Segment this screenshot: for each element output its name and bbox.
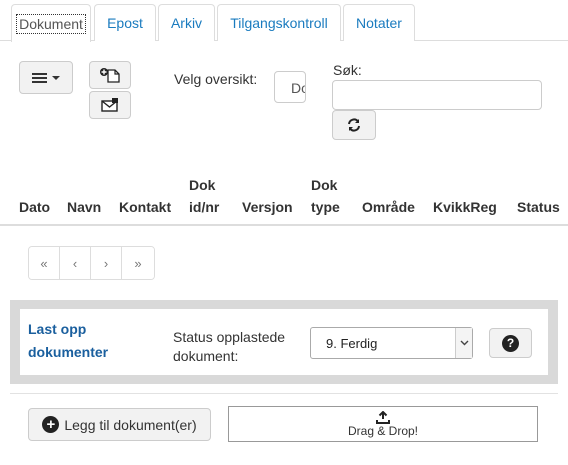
header-line: type — [311, 199, 340, 215]
search-input[interactable] — [332, 80, 542, 110]
plus-icon: + — [42, 416, 60, 433]
tab-label: Arkiv — [170, 15, 203, 31]
upload-icon — [376, 410, 390, 424]
tab-epost[interactable]: Epost — [94, 4, 156, 41]
column-header-dok-id[interactable]: Dok id/nr — [189, 174, 219, 218]
drop-zone[interactable]: Drag & Drop! — [228, 406, 538, 442]
new-document-icon — [100, 68, 120, 83]
tab-arkiv[interactable]: Arkiv — [158, 4, 215, 41]
question-icon: ? — [502, 334, 519, 352]
column-header-versjon[interactable]: Versjon — [242, 196, 293, 218]
envelope-icon — [101, 98, 118, 112]
pagination-first[interactable]: « — [29, 247, 60, 279]
upload-title-line: dokumenter — [28, 344, 109, 360]
chevron-down-icon — [455, 328, 472, 358]
tab-label: Epost — [107, 15, 143, 31]
email-document-button[interactable] — [89, 91, 131, 119]
tab-label: Tilgangskontroll — [230, 15, 328, 31]
refresh-icon — [348, 118, 360, 132]
column-header-kvikkreg[interactable]: KvikkReg — [433, 196, 497, 218]
upload-divider — [10, 393, 558, 394]
pagination-next[interactable]: › — [91, 247, 122, 279]
status-label: Status opplastede dokument: — [173, 328, 285, 366]
overview-select[interactable]: Do — [274, 71, 306, 103]
search-label: Søk: — [333, 62, 362, 78]
bars-icon — [32, 71, 47, 85]
column-header-kontakt[interactable]: Kontakt — [119, 196, 171, 218]
tab-notater[interactable]: Notater — [343, 4, 415, 41]
add-documents-label: Legg til dokument(er) — [64, 416, 197, 433]
pagination-last[interactable]: » — [122, 247, 154, 279]
header-line: Dok — [189, 177, 216, 193]
help-button[interactable]: ? — [489, 328, 532, 358]
tab-tilgangskontroll[interactable]: Tilgangskontroll — [217, 4, 341, 41]
table-header-divider — [0, 224, 568, 226]
overview-value: Do — [291, 80, 305, 96]
column-header-status[interactable]: Status — [517, 196, 560, 218]
header-line: Dok — [311, 177, 338, 193]
overview-label: Velg oversikt: — [174, 71, 258, 87]
status-label-line: Status opplastede — [173, 329, 286, 345]
header-line: id/nr — [189, 199, 220, 215]
column-header-dato[interactable]: Dato — [19, 196, 50, 218]
refresh-button[interactable] — [332, 110, 376, 140]
add-documents-button[interactable]: + Legg til dokument(er) — [28, 408, 211, 441]
status-select-value: 9. Ferdig — [326, 335, 378, 351]
column-header-dok-type[interactable]: Dok type — [311, 174, 340, 218]
status-label-line: dokument: — [173, 348, 239, 364]
tab-label: Notater — [356, 15, 402, 31]
new-document-button[interactable] — [89, 61, 131, 89]
status-select[interactable]: 9. Ferdig — [310, 327, 473, 359]
drop-zone-label: Drag & Drop! — [347, 423, 419, 438]
column-header-omrade[interactable]: Område — [362, 196, 415, 218]
tab-dokument[interactable]: Dokument — [11, 4, 91, 42]
menu-dropdown-button[interactable] — [19, 61, 73, 94]
column-header-navn[interactable]: Navn — [67, 196, 101, 218]
upload-title-line: Last opp — [28, 321, 87, 337]
upload-title: Last opp dokumenter — [28, 318, 108, 364]
pagination: « ‹ › » — [28, 246, 155, 280]
pagination-prev[interactable]: ‹ — [60, 247, 91, 279]
caret-down-icon — [52, 75, 60, 80]
tab-label: Dokument — [16, 13, 86, 34]
